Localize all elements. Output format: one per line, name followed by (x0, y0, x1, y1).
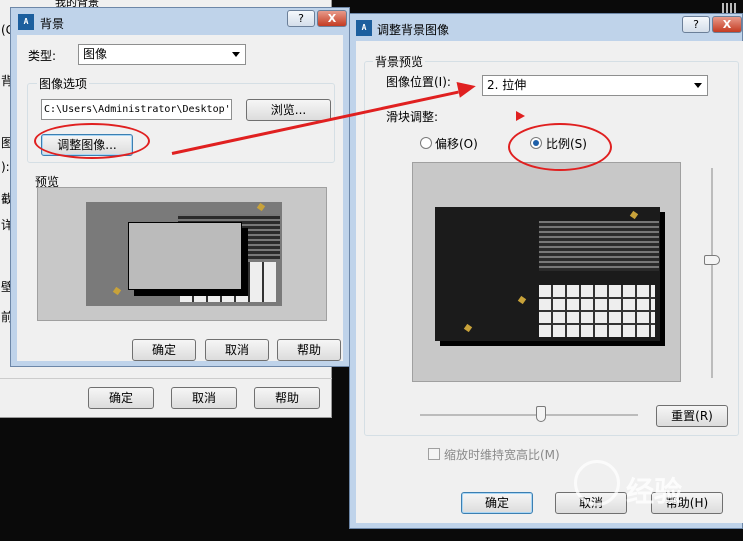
dialog-titlebar[interactable]: A 背景 ? X (11, 8, 349, 36)
leaf-mark (112, 286, 122, 296)
type-dropdown[interactable]: 图像 (78, 44, 246, 65)
image-preview (37, 187, 327, 321)
image-path-value: C:\Users\Administrator\Desktop' (44, 104, 231, 115)
image-path-field[interactable]: C:\Users\Administrator\Desktop' (41, 99, 232, 120)
annotation-circle (508, 123, 612, 171)
help-title-button[interactable]: ? (287, 10, 315, 27)
keep-aspect-label: 缩放时维持宽高比(M) (444, 448, 560, 462)
background-dialog: A 背景 ? X 类型: 图像 图像选项 C:\Users\Administra… (10, 7, 350, 367)
horizontal-slider-track (420, 414, 638, 416)
dialog-title: 背景 (40, 17, 65, 31)
leaf-mark (463, 323, 473, 333)
help-button[interactable]: 帮助 (277, 339, 341, 361)
cancel-button[interactable]: 取消 (171, 387, 237, 409)
app-icon: A (18, 14, 34, 30)
position-value: 2. 拉伸 (487, 78, 527, 92)
fragment-text: ): (1, 160, 10, 174)
keyboard-row (539, 310, 655, 312)
help-title-button[interactable]: ? (682, 16, 710, 33)
preview-image (435, 207, 660, 341)
chevron-down-icon (232, 52, 240, 57)
annotation-circle (34, 123, 150, 159)
preview-frame (128, 222, 242, 290)
type-value: 图像 (83, 47, 108, 61)
dialog-title: 调整背景图像 (377, 23, 450, 37)
close-button[interactable]: X (712, 16, 742, 33)
ok-button[interactable]: 确定 (88, 387, 154, 409)
preview-group-label: 背景预览 (373, 53, 426, 70)
offset-label: 偏移(O) (435, 137, 478, 151)
keyboard-row (539, 297, 655, 299)
position-dropdown[interactable]: 2. 拉伸 (482, 75, 708, 96)
close-button[interactable]: X (317, 10, 347, 27)
image-options-label: 图像选项 (37, 75, 90, 92)
window-divider (0, 378, 332, 379)
watermark-text: 经验 (626, 475, 683, 508)
adjust-image-dialog: A 调整背景图像 ? X 背景预览 图像位置(I): 2. 拉伸 滑块调整: 偏… (349, 13, 743, 529)
vertical-slider-track (711, 168, 713, 378)
chevron-down-icon (694, 83, 702, 88)
watermark-logo (574, 460, 620, 506)
leaf-mark (629, 210, 639, 220)
ok-button[interactable]: 确定 (461, 492, 533, 514)
keyboard-row (539, 323, 655, 325)
keep-aspect-checkbox[interactable] (428, 448, 440, 460)
reset-button[interactable]: 重置(R) (656, 405, 728, 427)
cancel-button[interactable]: 取消 (205, 339, 269, 361)
leaf-mark (256, 202, 266, 212)
position-label: 图像位置(I): (386, 75, 451, 89)
preview-keyboard (539, 285, 655, 337)
slider-label: 滑块调整: (386, 110, 439, 124)
preview-spreadsheet (539, 221, 659, 271)
dialog-body: 背景预览 图像位置(I): 2. 拉伸 滑块调整: 偏移(O) 比例(S) 重置… (356, 41, 743, 523)
browse-button[interactable]: 浏览... (246, 99, 331, 121)
help-button[interactable]: 帮助 (254, 387, 320, 409)
dialog-body: 类型: 图像 图像选项 C:\Users\Administrator\Deskt… (17, 35, 343, 361)
app-icon: A (356, 20, 372, 36)
ok-button[interactable]: 确定 (132, 339, 196, 361)
image-preview (412, 162, 681, 382)
dialog-titlebar[interactable]: A 调整背景图像 ? X (350, 14, 742, 42)
offset-radio[interactable] (420, 137, 432, 149)
type-label: 类型: (28, 49, 57, 63)
vertical-slider-thumb[interactable] (704, 255, 720, 265)
play-arrow-icon (516, 111, 525, 121)
leaf-mark (517, 295, 527, 305)
horizontal-slider-thumb[interactable] (536, 406, 546, 422)
